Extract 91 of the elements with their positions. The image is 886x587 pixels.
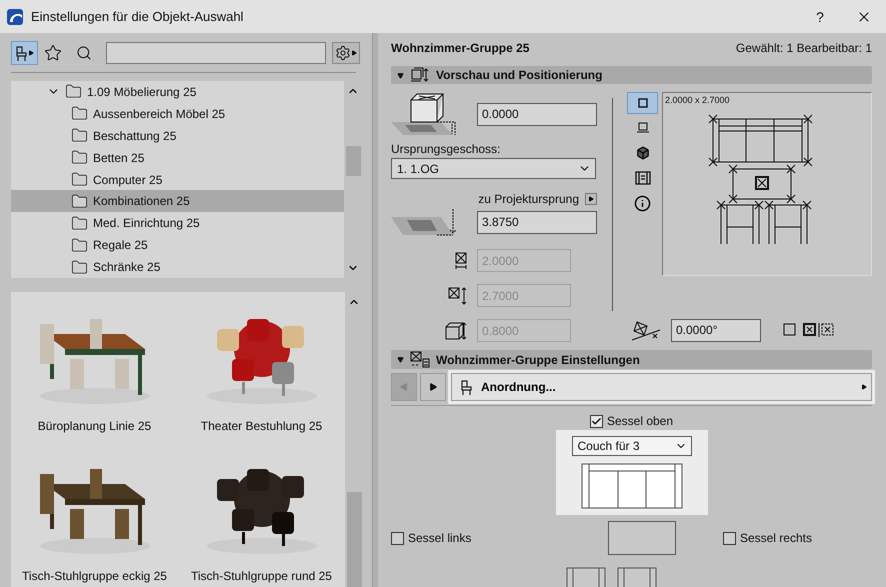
tree-item[interactable]: Regale 25 <box>11 234 344 256</box>
info-icon <box>634 194 651 212</box>
scroll-thumb[interactable] <box>347 492 362 587</box>
cube-icon <box>636 146 650 160</box>
chair-icon <box>460 380 473 394</box>
checkbox-square[interactable] <box>391 532 404 544</box>
folder-icon <box>71 192 88 210</box>
tree-item[interactable]: Betten 25 <box>11 146 344 169</box>
dropdown-value: Couch für 3 <box>578 439 640 453</box>
tree-item[interactable]: 1.09 Möbelierung 25 <box>11 81 344 103</box>
tree-item[interactable]: Kombinationen 25 <box>11 190 344 212</box>
tree-item-label: 1.09 Möbelierung 25 <box>87 84 196 99</box>
depth-dimension-icon <box>448 286 467 305</box>
height-dimension-icon <box>445 322 467 340</box>
page-dropdown[interactable]: Anordnung... <box>451 373 872 401</box>
next-page-button[interactable] <box>420 373 446 401</box>
preview-position-icon <box>410 67 430 84</box>
settings-button[interactable] <box>332 42 360 64</box>
gallery-item-label: Theater Bestuhlung 25 <box>200 419 322 433</box>
gallery-item-label: Tisch-Stuhlgruppe rund 25 <box>191 569 332 583</box>
tree-item[interactable]: Schränke 25 <box>11 256 344 278</box>
checkbox[interactable]: Sessel links <box>391 531 472 545</box>
gallery-item-label: Büroplanung Linie 25 <box>38 419 152 433</box>
gallery-item[interactable]: Tisch-Stuhlgruppe rund 25 <box>178 454 345 587</box>
caret-icon <box>588 196 594 202</box>
offset-field[interactable]: 0.0000 <box>477 102 597 126</box>
tree-item-label: Med. Einrichtung 25 <box>93 216 200 230</box>
width-dimension-icon <box>455 252 467 270</box>
checkbox[interactable]: Sessel oben <box>590 414 674 428</box>
story-label: Ursprungsgeschoss: <box>391 142 502 156</box>
scroll-thumb[interactable] <box>346 146 361 176</box>
folder-icon <box>71 171 88 188</box>
checkbox[interactable]: Sessel rechts <box>722 531 812 545</box>
folder-icon <box>71 149 88 166</box>
folder-icon <box>71 236 88 254</box>
reference-label: zu Projektursprung <box>478 192 579 206</box>
left-arrow-icon <box>399 382 409 392</box>
tree-item-label: Computer 25 <box>93 172 162 186</box>
chair-icon <box>15 46 28 60</box>
square-icon <box>638 98 648 108</box>
app-logo-icon <box>7 8 23 24</box>
gallery-item[interactable]: Theater Bestuhlung 25 <box>178 304 345 454</box>
tree-item-label: Kombinationen 25 <box>93 194 190 208</box>
tree-item-label: Schränke 25 <box>93 260 160 274</box>
couch-dropdown[interactable]: Couch für 3 <box>572 436 692 456</box>
checkbox-label: Sessel links <box>408 531 472 545</box>
section-header[interactable]: Wohnzimmer-Gruppe Einstellungen <box>391 350 872 369</box>
tree-item-label: Regale 25 <box>93 238 148 252</box>
object-title: Wohnzimmer-Gruppe 25 <box>391 41 530 56</box>
right-arrow-icon <box>428 382 438 392</box>
checkbox-square[interactable] <box>590 414 603 428</box>
tree-item[interactable]: Beschattung 25 <box>11 124 344 147</box>
favorites-icon[interactable] <box>44 44 62 62</box>
window-title: Einstellungen für die Objekt-Auswahl <box>31 9 244 24</box>
view-button[interactable] <box>627 92 658 114</box>
settings-icon <box>335 45 351 61</box>
angle-field[interactable]: 0.0000° <box>671 318 761 342</box>
check-icon <box>590 416 602 426</box>
tree-item[interactable]: Med. Einrichtung 25 <box>11 212 344 234</box>
help-button[interactable]: ? <box>800 8 840 24</box>
search-field[interactable] <box>106 42 326 64</box>
caret-icon <box>861 384 867 390</box>
search-icon[interactable] <box>76 45 92 61</box>
tree-item-label: Betten 25 <box>93 150 144 165</box>
tree-item-label: Aussenbereich Möbel 25 <box>93 106 226 121</box>
elevation-field[interactable]: 3.8750 <box>477 210 597 234</box>
tree-item-label: Beschattung 25 <box>93 128 176 143</box>
table-drawing <box>608 521 676 555</box>
reference-button[interactable] <box>585 193 597 206</box>
library-button[interactable] <box>11 41 38 65</box>
elevation-icon <box>636 122 650 134</box>
dropdown-value: 1. 1.OG <box>397 162 440 176</box>
folder-icon <box>71 214 88 232</box>
checkbox-label: Sessel oben <box>606 414 674 428</box>
selection-info: Gewählt: 1 Bearbeitbar: 1 <box>736 41 872 56</box>
folder-icon <box>71 127 88 144</box>
tree-item[interactable]: Computer 25 <box>11 168 344 190</box>
gallery-item[interactable]: Tisch-Stuhlgruppe eckig 25 <box>11 454 178 587</box>
preview-caption: 2.0000 x 2.7000 <box>664 94 731 106</box>
caret-icon <box>28 50 34 56</box>
settings-list-icon <box>410 351 430 368</box>
story-dropdown[interactable]: 1. 1.OG <box>391 158 596 180</box>
section-header[interactable]: Vorschau und Positionierung <box>391 66 872 84</box>
list-icon <box>634 171 650 186</box>
checkbox-square[interactable] <box>722 532 736 544</box>
gallery-item[interactable]: Büroplanung Linie 25 <box>11 304 178 454</box>
caret-icon <box>351 50 357 56</box>
folder-icon <box>71 105 88 122</box>
checkbox-label: Sessel rechts <box>740 531 812 545</box>
tree-item[interactable]: Aussenbereich Möbel 25 <box>11 102 344 125</box>
gallery-item-label: Tisch-Stuhlgruppe eckig 25 <box>22 569 167 583</box>
